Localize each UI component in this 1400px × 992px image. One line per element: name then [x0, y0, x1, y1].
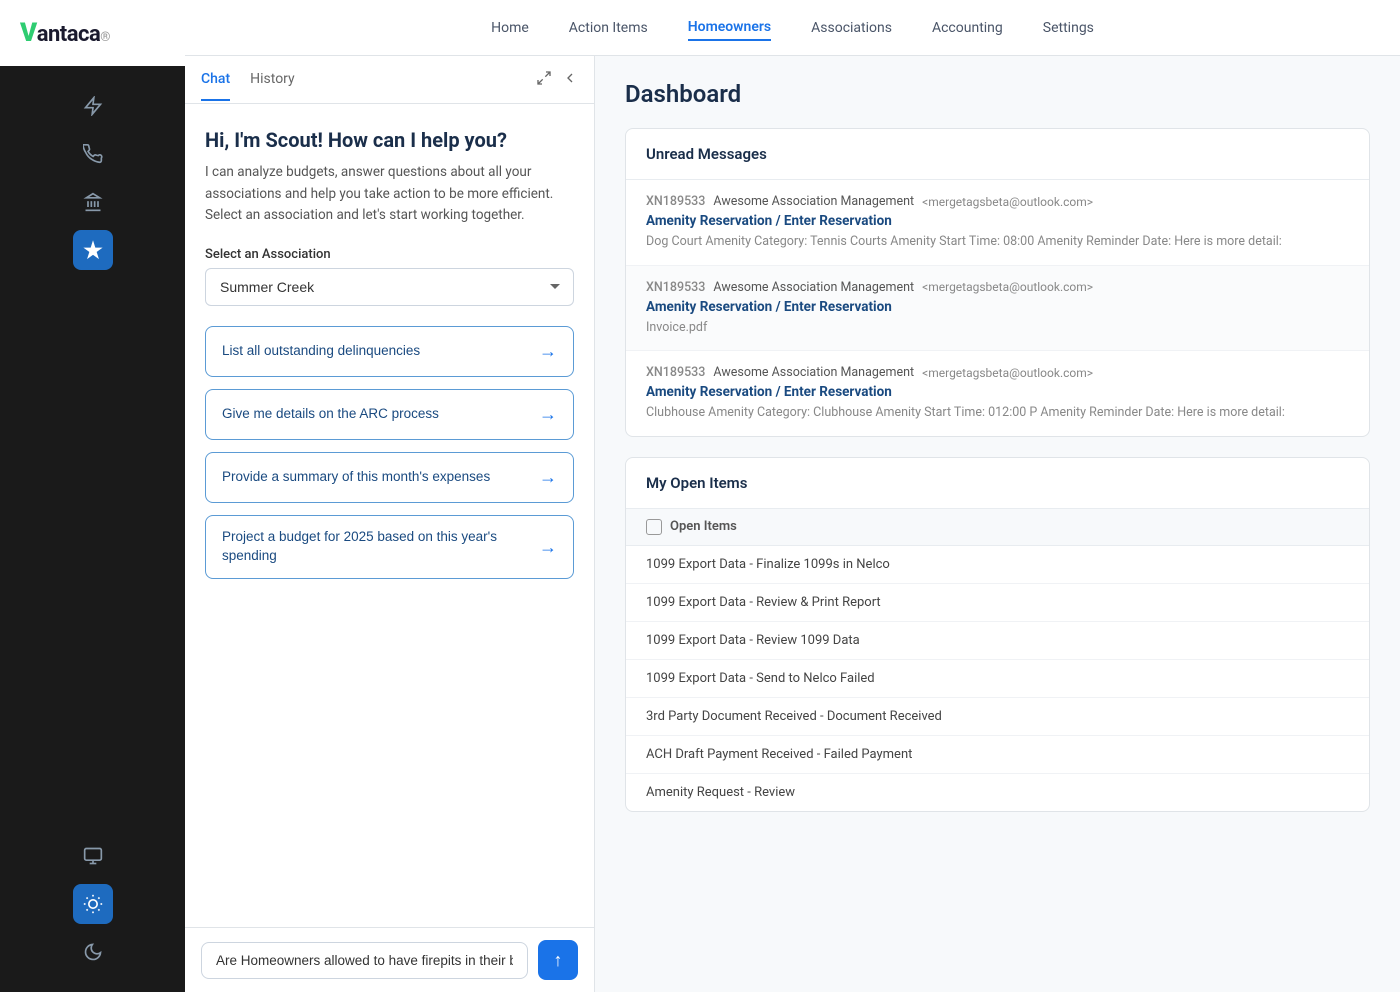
open-item-4[interactable]: 3rd Party Document Received - Document R… — [626, 698, 1369, 736]
greeting-title: Hi, I'm Scout! How can I help you? — [205, 128, 574, 152]
btn-expenses[interactable]: Provide a summary of this month's expens… — [205, 452, 574, 503]
logo-v-letter: V — [20, 18, 37, 48]
message-preview-1: Invoice.pdf — [646, 319, 1349, 337]
chat-tabs-left: Chat History — [201, 59, 295, 101]
expand-icon[interactable] — [536, 70, 552, 90]
btn-arc-label: Give me details on the ARC process — [222, 405, 439, 424]
bank-icon[interactable] — [73, 182, 113, 222]
tab-history[interactable]: History — [250, 59, 295, 101]
message-email-2: <mergetagsbeta@outlook.com> — [922, 366, 1093, 380]
dashboard-title: Dashboard — [625, 80, 1370, 108]
message-email-1: <mergetagsbeta@outlook.com> — [922, 280, 1093, 294]
btn-arc[interactable]: Give me details on the ARC process → — [205, 389, 574, 440]
message-sender-2: Awesome Association Management — [713, 365, 914, 380]
chevron-left-icon[interactable] — [562, 70, 578, 90]
nav-settings[interactable]: Settings — [1043, 16, 1094, 40]
chat-input[interactable] — [201, 942, 528, 979]
greeting-body: I can analyze budgets, answer questions … — [205, 162, 574, 227]
top-navigation: Home Action Items Homeowners Association… — [185, 0, 1400, 56]
message-email-0: <mergetagsbeta@outlook.com> — [922, 195, 1093, 209]
message-id-2: XN189533 — [646, 365, 705, 380]
open-item-1[interactable]: 1099 Export Data - Review & Print Report — [626, 584, 1369, 622]
btn-delinquencies-label: List all outstanding delinquencies — [222, 342, 420, 361]
message-sender-1: Awesome Association Management — [713, 280, 914, 295]
tab-chat[interactable]: Chat — [201, 59, 230, 101]
sidebar-icon-list — [0, 66, 185, 270]
chat-tabs-bar: Chat History — [185, 56, 594, 104]
logo: Vantaca® — [20, 18, 110, 48]
send-icon: ↑ — [554, 950, 563, 971]
open-item-6[interactable]: Amenity Request - Review — [626, 774, 1369, 811]
checkbox-icon — [646, 519, 662, 535]
logo-brand-text: antaca — [37, 22, 101, 47]
phone-icon[interactable] — [73, 134, 113, 174]
my-open-items-header: My Open Items — [626, 458, 1369, 509]
chat-input-area: ↑ — [185, 927, 594, 992]
open-item-0[interactable]: 1099 Export Data - Finalize 1099s in Nel… — [626, 546, 1369, 584]
open-item-3[interactable]: 1099 Export Data - Send to Nelco Failed — [626, 660, 1369, 698]
nav-homeowners[interactable]: Homeowners — [688, 15, 771, 41]
scout-greeting: Hi, I'm Scout! How can I help you? I can… — [205, 128, 574, 227]
btn-delinquencies[interactable]: List all outstanding delinquencies → — [205, 326, 574, 377]
unread-messages-section: Unread Messages XN189533 Awesome Associa… — [625, 128, 1370, 437]
message-item-2[interactable]: XN189533 Awesome Association Management … — [626, 351, 1369, 436]
open-item-5[interactable]: ACH Draft Payment Received - Failed Paym… — [626, 736, 1369, 774]
message-meta-2: XN189533 Awesome Association Management … — [646, 365, 1349, 380]
btn-expenses-label: Provide a summary of this month's expens… — [222, 468, 490, 487]
arrow-icon-0: → — [539, 339, 557, 364]
message-subject-1: Amenity Reservation / Enter Reservation — [646, 299, 1349, 315]
sun-icon[interactable] — [73, 884, 113, 924]
arrow-icon-2: → — [539, 465, 557, 490]
open-items-column-label: Open Items — [670, 519, 737, 534]
open-items-column-header: Open Items — [626, 509, 1369, 546]
chat-body: Hi, I'm Scout! How can I help you? I can… — [185, 104, 594, 927]
select-label: Select an Association — [205, 247, 574, 262]
sidebar-bottom-icons — [0, 836, 185, 992]
arrow-icon-3: → — [539, 535, 557, 560]
message-sender-0: Awesome Association Management — [713, 194, 914, 209]
association-select-area: Select an Association Summer Creek Oak V… — [205, 247, 574, 306]
chat-panel: Chat History Hi, I'm Scout! How can I he… — [185, 56, 595, 992]
message-subject-0: Amenity Reservation / Enter Reservation — [646, 213, 1349, 229]
left-sidebar: Vantaca® — [0, 0, 185, 992]
arrow-icon-1: → — [539, 402, 557, 427]
message-preview-0: Dog Court Amenity Category: Tennis Court… — [646, 233, 1349, 251]
message-item-1[interactable]: XN189533 Awesome Association Management … — [626, 266, 1369, 352]
nav-associations[interactable]: Associations — [811, 16, 892, 40]
my-open-items-section: My Open Items Open Items 1099 Export Dat… — [625, 457, 1370, 812]
btn-budget-label: Project a budget for 2025 based on this … — [222, 528, 529, 566]
btn-budget[interactable]: Project a budget for 2025 based on this … — [205, 515, 574, 579]
association-dropdown[interactable]: Summer Creek Oak Valley Pine Ridge — [205, 268, 574, 306]
content-row: Chat History Hi, I'm Scout! How can I he… — [185, 56, 1400, 992]
message-preview-2: Clubhouse Amenity Category: Clubhouse Am… — [646, 404, 1349, 422]
message-id-1: XN189533 — [646, 280, 705, 295]
message-meta-0: XN189533 Awesome Association Management … — [646, 194, 1349, 209]
nav-action-items[interactable]: Action Items — [569, 16, 648, 40]
message-meta-1: XN189533 Awesome Association Management … — [646, 280, 1349, 295]
message-id-0: XN189533 — [646, 194, 705, 209]
unread-messages-header: Unread Messages — [626, 129, 1369, 180]
message-subject-2: Amenity Reservation / Enter Reservation — [646, 384, 1349, 400]
message-item-0[interactable]: XN189533 Awesome Association Management … — [626, 180, 1369, 266]
nav-home[interactable]: Home — [491, 16, 529, 40]
open-item-2[interactable]: 1099 Export Data - Review 1099 Data — [626, 622, 1369, 660]
main-content: Home Action Items Homeowners Association… — [185, 0, 1400, 992]
chat-tab-actions — [536, 70, 578, 90]
lightning-icon[interactable] — [73, 86, 113, 126]
monitor-icon[interactable] — [73, 836, 113, 876]
send-button[interactable]: ↑ — [538, 940, 578, 980]
moon-icon[interactable] — [73, 932, 113, 972]
logo-area: Vantaca® — [0, 0, 185, 66]
dashboard-panel: Dashboard Unread Messages XN189533 Aweso… — [595, 56, 1400, 992]
nav-accounting[interactable]: Accounting — [932, 16, 1003, 40]
suggestion-buttons: List all outstanding delinquencies → Giv… — [205, 326, 574, 579]
sparkle-icon[interactable] — [73, 230, 113, 270]
